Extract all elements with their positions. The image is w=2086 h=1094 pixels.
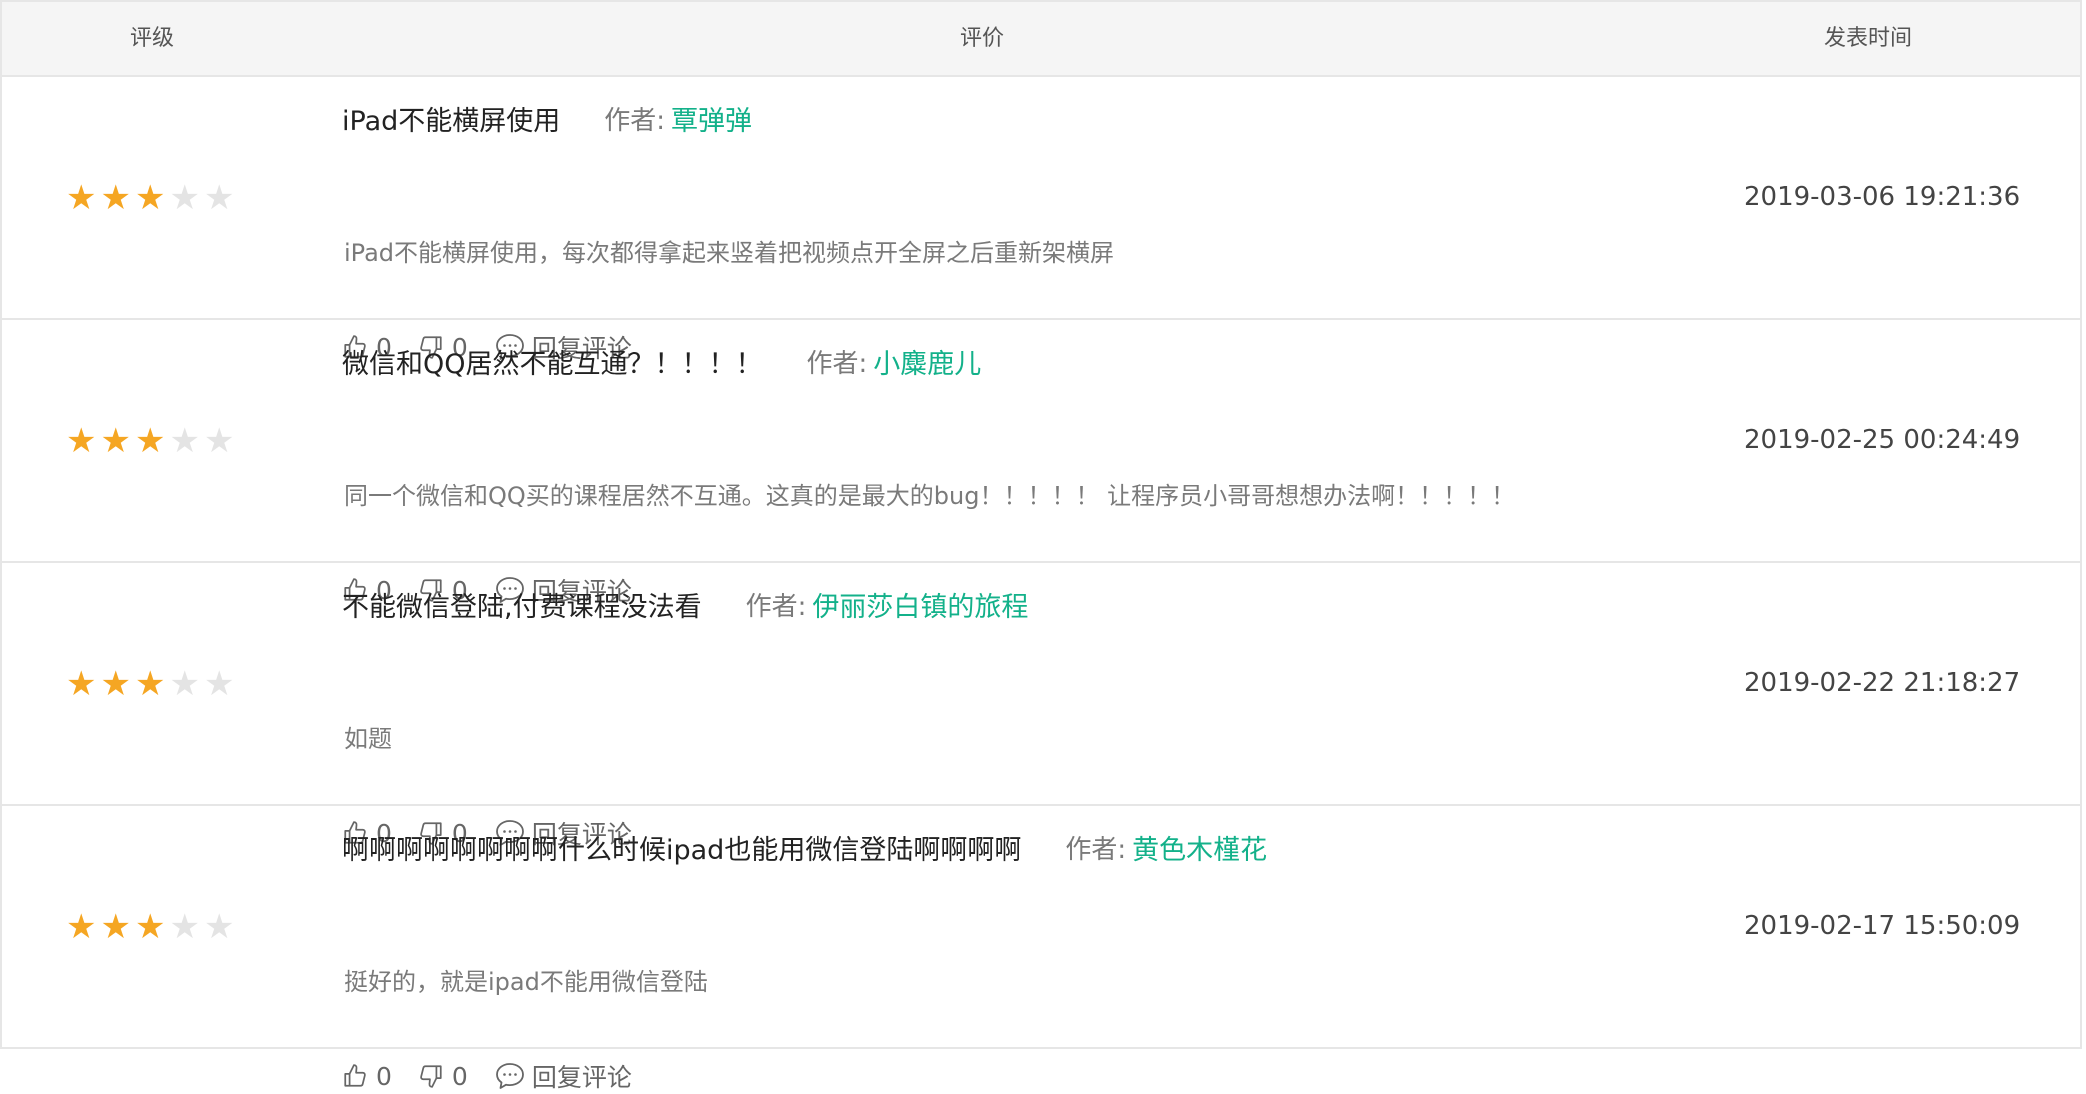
author-label: 作者: <box>1065 834 1127 865</box>
star-empty-icon: ★ <box>169 177 200 218</box>
review-title: 微信和QQ居然不能互通？！！！！ <box>342 348 763 380</box>
author-label: 作者: <box>806 348 868 379</box>
star-filled-icon: ★ <box>134 420 166 461</box>
header-time: 发表时间 <box>1824 26 1913 51</box>
author-link[interactable]: 小麋鹿儿 <box>873 342 981 381</box>
comment-icon <box>495 1063 524 1089</box>
review-heading: iPad不能横屏使用 作者: 覃弹弹 <box>342 93 752 143</box>
star-rating: ★ ★ ★ ★ ★ <box>66 806 234 1047</box>
star-empty-icon: ★ <box>169 420 200 461</box>
review-title: 不能微信登陆,付费课程没法看 <box>342 591 702 623</box>
reviews-table: 评级 评价 发表时间 ★ ★ ★ ★ ★ iPad不能横屏使用 作者: 覃弹弹 iPad… <box>0 0 2082 1092</box>
review-time: 2019-03-06 19:21:36 <box>1744 182 2021 212</box>
star-filled-icon: ★ <box>66 906 97 947</box>
review-time: 2019-02-22 21:18:27 <box>1744 668 2021 698</box>
review-row: ★ ★ ★ ★ ★ iPad不能横屏使用 作者: 覃弹弹 iPad不能横屏使用，每次都得… <box>2 77 2080 363</box>
review-content: iPad不能横屏使用，每次都得拿起来竖着把视频点开全屏之后重新架横屏 <box>344 239 1115 267</box>
star-empty-icon: ★ <box>169 906 200 947</box>
star-filled-icon: ★ <box>66 177 97 218</box>
review-heading: 啊啊啊啊啊啊啊啊什么时候ipad也能用微信登陆啊啊啊啊 作者: 黄色木槿花 <box>342 822 1267 872</box>
review-heading: 不能微信登陆,付费课程没法看 作者: 伊丽莎白镇的旅程 <box>342 579 1028 629</box>
like-count: 0 <box>376 1061 392 1091</box>
header-rating: 评级 <box>130 26 175 51</box>
star-filled-icon: ★ <box>66 420 97 461</box>
star-filled-icon: ★ <box>134 906 166 947</box>
star-filled-icon: ★ <box>134 663 166 704</box>
star-empty-icon: ★ <box>203 906 235 947</box>
review-heading: 微信和QQ居然不能互通？！！！！ 作者: 小麋鹿儿 <box>342 336 981 386</box>
review-time: 2019-02-25 00:24:49 <box>1744 425 2021 455</box>
star-rating: ★ ★ ★ ★ ★ <box>66 320 234 561</box>
review-row: ★ ★ ★ ★ ★ 啊啊啊啊啊啊啊啊什么时候ipad也能用微信登陆啊啊啊啊 作者: 黄色… <box>2 806 2080 1092</box>
star-filled-icon: ★ <box>100 420 131 461</box>
header-review: 评价 <box>960 26 1005 51</box>
author-link[interactable]: 黄色木槿花 <box>1132 828 1267 867</box>
dislike-button[interactable]: 0 <box>418 1062 468 1091</box>
star-filled-icon: ★ <box>134 177 166 218</box>
reply-button[interactable]: 回复评论 <box>494 1058 632 1094</box>
review-content: 同一个微信和QQ买的课程居然不互通。这真的是最大的bug！！！！！ 让程序员小哥… <box>344 482 1516 510</box>
author-label: 作者: <box>745 591 807 622</box>
star-filled-icon: ★ <box>100 177 131 218</box>
like-button[interactable]: 0 <box>342 1062 392 1091</box>
table-body: ★ ★ ★ ★ ★ iPad不能横屏使用 作者: 覃弹弹 iPad不能横屏使用，每次都得… <box>2 77 2080 1092</box>
star-filled-icon: ★ <box>100 906 131 947</box>
author-link[interactable]: 伊丽莎白镇的旅程 <box>812 585 1028 624</box>
thumbs-down-icon <box>420 1065 442 1088</box>
review-row: ★ ★ ★ ★ ★ 不能微信登陆,付费课程没法看 作者: 伊丽莎白镇的旅程 如题 0 0 <box>2 563 2080 849</box>
star-empty-icon: ★ <box>169 663 200 704</box>
star-empty-icon: ★ <box>203 420 235 461</box>
star-rating: ★ ★ ★ ★ ★ <box>66 563 234 804</box>
star-filled-icon: ★ <box>100 663 131 704</box>
table-header: 评级 评价 发表时间 <box>2 0 2080 77</box>
review-actions: 0 0 回复评论 <box>342 1058 632 1094</box>
review-title: iPad不能横屏使用 <box>342 105 561 137</box>
reply-label: 回复评论 <box>531 1063 632 1092</box>
star-filled-icon: ★ <box>66 663 97 704</box>
dislike-count: 0 <box>451 1061 468 1091</box>
thumbs-up-icon <box>344 1064 366 1087</box>
author-link[interactable]: 覃弹弹 <box>671 99 752 138</box>
author-label: 作者: <box>604 105 666 136</box>
star-rating: ★ ★ ★ ★ ★ <box>66 77 234 318</box>
review-content: 如题 <box>344 725 392 753</box>
review-content: 挺好的，就是ipad不能用微信登陆 <box>344 968 708 996</box>
star-empty-icon: ★ <box>203 663 235 704</box>
review-time: 2019-02-17 15:50:09 <box>1744 911 2021 941</box>
review-row: ★ ★ ★ ★ ★ 微信和QQ居然不能互通？！！！！ 作者: 小麋鹿儿 同一个微信和QQ… <box>2 320 2080 606</box>
star-empty-icon: ★ <box>203 177 235 218</box>
review-title: 啊啊啊啊啊啊啊啊什么时候ipad也能用微信登陆啊啊啊啊 <box>342 834 1022 866</box>
